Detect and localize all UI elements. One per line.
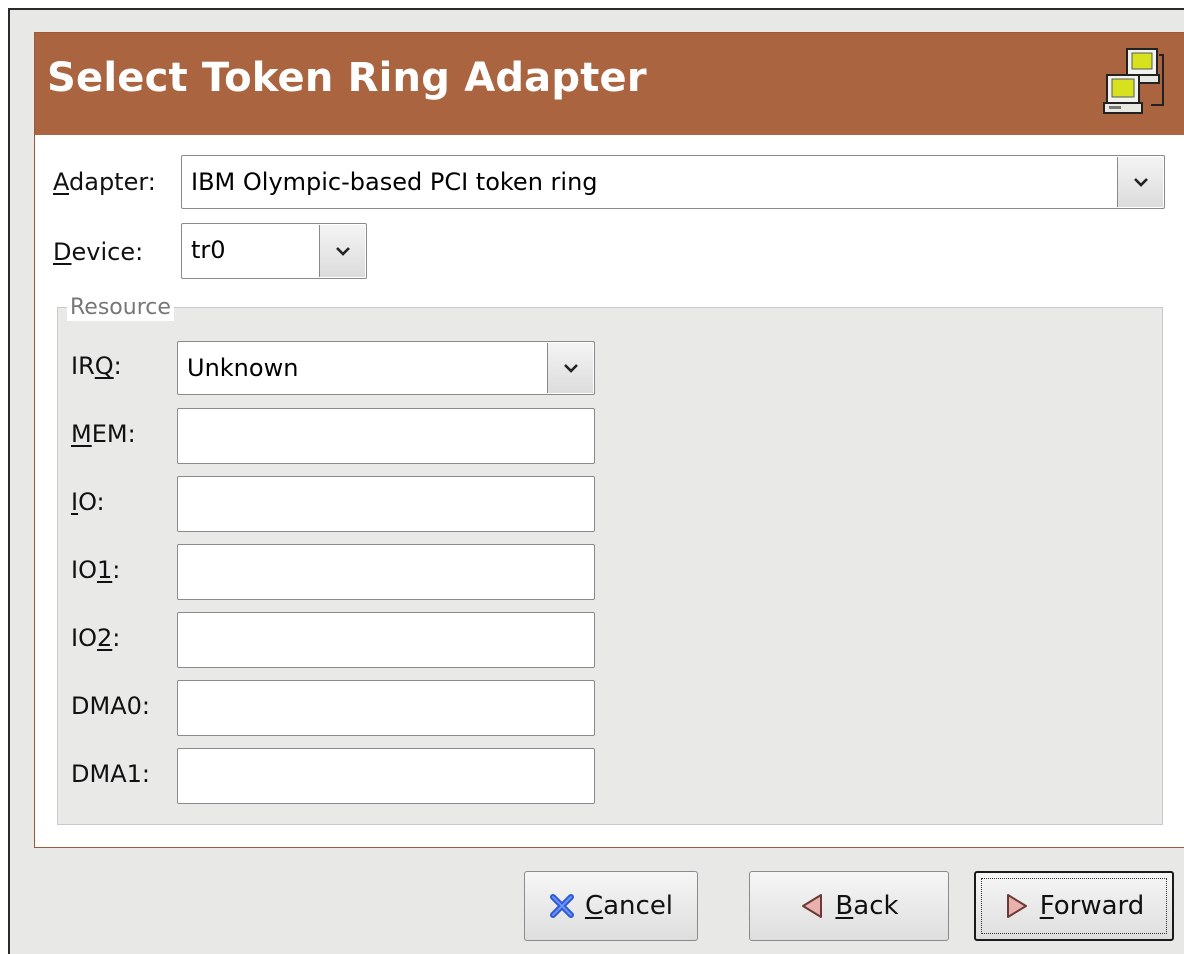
dma1-label: DMA1: — [71, 760, 150, 788]
adapter-dropdown-button[interactable] — [1117, 157, 1163, 207]
irq-combobox[interactable]: Unknown — [177, 341, 595, 395]
irq-value: Unknown — [187, 354, 299, 382]
chevron-down-icon — [1133, 178, 1148, 187]
resource-legend: Resource — [67, 295, 174, 321]
adapter-value: IBM Olympic-based PCI token ring — [191, 168, 598, 196]
device-value: tr0 — [191, 236, 226, 264]
dialog-window: Select Token Ring Adapter Adapter: IBM O… — [8, 8, 1184, 954]
device-label: Device: — [53, 238, 144, 266]
io2-field[interactable] — [177, 612, 595, 668]
device-combobox[interactable]: tr0 — [181, 223, 367, 279]
back-label: Back — [835, 891, 899, 921]
adapter-label: Adapter: — [53, 168, 156, 196]
dma0-label: DMA0: — [71, 692, 150, 720]
irq-dropdown-button[interactable] — [547, 343, 593, 393]
io-field[interactable] — [177, 476, 595, 532]
focus-ring — [981, 878, 1167, 934]
dma1-field[interactable] — [177, 748, 595, 804]
page-title: Select Token Ring Adapter — [47, 55, 647, 101]
mem-label: MEM: — [71, 420, 136, 448]
forward-button[interactable]: Forward — [974, 871, 1174, 941]
back-button[interactable]: Back — [749, 871, 949, 941]
io-label: IO: — [71, 488, 105, 516]
back-arrow-icon — [802, 894, 823, 918]
cancel-label: Cancel — [584, 891, 674, 921]
io2-label: IO2: — [71, 624, 121, 652]
cancel-button[interactable]: Cancel — [524, 871, 698, 941]
irq-label: IRQ: — [71, 352, 122, 380]
close-x-icon — [549, 894, 574, 918]
io1-field[interactable] — [177, 544, 595, 600]
chevron-down-icon — [335, 247, 350, 256]
network-computers-icon — [1103, 48, 1164, 114]
io1-label: IO1: — [71, 556, 121, 584]
wizard-page: Select Token Ring Adapter Adapter: IBM O… — [34, 32, 1184, 848]
page-header: Select Token Ring Adapter — [35, 33, 1184, 135]
mem-field[interactable] — [177, 408, 595, 464]
device-dropdown-button[interactable] — [319, 225, 365, 277]
adapter-combobox[interactable]: IBM Olympic-based PCI token ring — [181, 155, 1165, 209]
chevron-down-icon — [563, 364, 578, 373]
dma0-field[interactable] — [177, 680, 595, 736]
